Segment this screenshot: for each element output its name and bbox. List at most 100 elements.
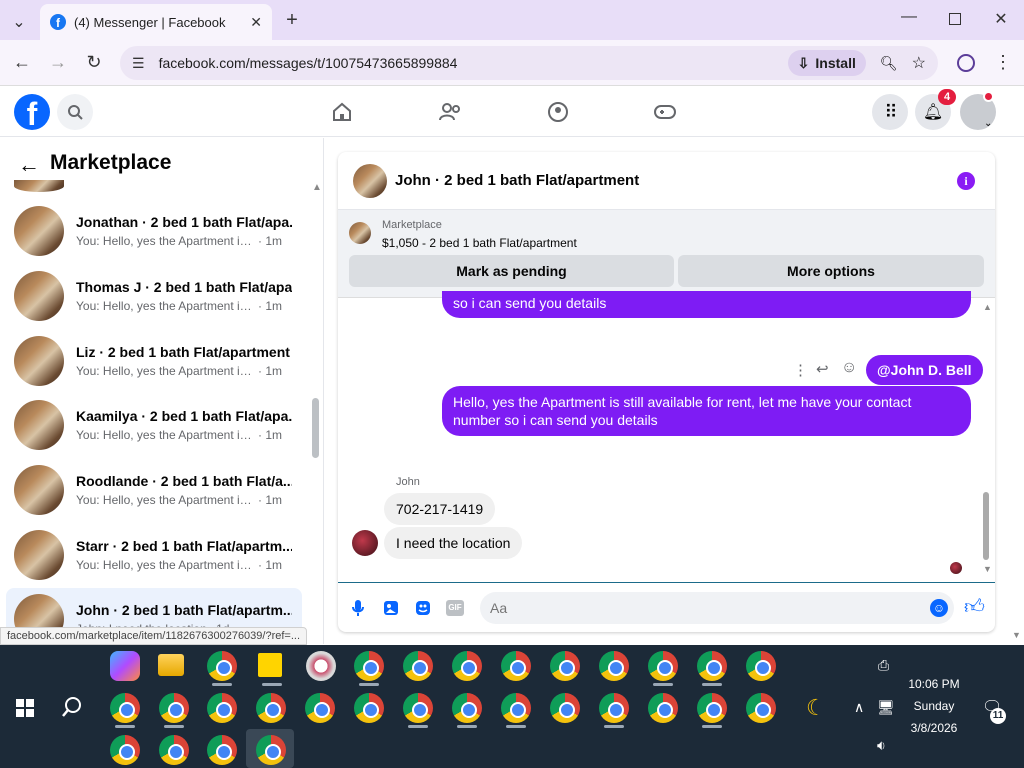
volume-icon[interactable]: 🔉︎ bbox=[877, 737, 886, 754]
conversation-item[interactable]: Thomas J · 2 bed 1 bath Flat/apa... You:… bbox=[6, 265, 302, 327]
chrome-icon[interactable] bbox=[207, 693, 237, 723]
account-avatar[interactable]: ⌄ bbox=[960, 91, 996, 130]
meet-now-icon[interactable]: ⎙ bbox=[878, 657, 889, 674]
chrome-icon[interactable] bbox=[159, 693, 189, 723]
chrome-icon[interactable] bbox=[697, 693, 727, 723]
chrome-icon[interactable] bbox=[110, 693, 140, 723]
chrome-icon[interactable] bbox=[256, 735, 286, 765]
conversation-item[interactable]: Liz · 2 bed 1 bath Flat/apartment You: H… bbox=[6, 330, 302, 392]
clock-time[interactable]: 10:06 PM bbox=[904, 677, 964, 691]
message-bubble-incoming[interactable]: I need the location bbox=[384, 527, 523, 559]
forward-icon[interactable]: → bbox=[48, 52, 68, 73]
site-info-icon[interactable]: ☰ bbox=[132, 55, 145, 72]
chrome-icon[interactable] bbox=[599, 651, 629, 681]
windows-start-icon[interactable] bbox=[16, 699, 34, 717]
chrome-icon[interactable] bbox=[697, 651, 727, 681]
emoji-icon[interactable]: ☺ bbox=[930, 599, 948, 617]
tab-search-icon[interactable]: ⌄ bbox=[10, 12, 28, 32]
profile-icon[interactable] bbox=[957, 54, 975, 72]
snipping-tool-icon[interactable] bbox=[306, 651, 336, 681]
like-thumb-icon[interactable]: 👍︎ bbox=[964, 595, 985, 619]
more-options-button[interactable]: More options bbox=[678, 255, 984, 287]
scroll-up-icon[interactable]: ▲ bbox=[983, 302, 992, 312]
reply-icon[interactable]: ↩ bbox=[816, 360, 829, 378]
mention-bubble[interactable]: @John D. Bell bbox=[866, 355, 983, 385]
tab-close-icon[interactable]: ✕ bbox=[250, 14, 262, 31]
chrome-icon[interactable] bbox=[110, 735, 140, 765]
restore-icon[interactable] bbox=[949, 13, 961, 25]
chat-scrollbar[interactable] bbox=[983, 492, 989, 560]
new-tab-icon[interactable]: + bbox=[283, 9, 301, 32]
file-explorer-icon[interactable] bbox=[158, 654, 184, 676]
window-close-icon[interactable]: ✕ bbox=[992, 9, 1010, 29]
message-input[interactable] bbox=[480, 592, 954, 624]
account-chevron-icon[interactable]: ⌄ bbox=[984, 118, 992, 129]
chrome-icon[interactable] bbox=[501, 693, 531, 723]
more-actions-icon[interactable]: ⋮ bbox=[793, 361, 808, 379]
sticky-notes-icon[interactable] bbox=[258, 653, 282, 677]
chat-title[interactable]: John · 2 bed 1 bath Flat/apartment bbox=[395, 172, 639, 189]
friends-nav[interactable] bbox=[435, 97, 465, 127]
message-bubble-outgoing[interactable]: Hello, yes the Apartment is still availa… bbox=[442, 386, 971, 436]
microphone-icon[interactable] bbox=[351, 599, 365, 617]
back-arrow-icon[interactable]: ← bbox=[18, 152, 40, 178]
mark-pending-button[interactable]: Mark as pending bbox=[349, 255, 674, 287]
scroll-up-icon[interactable]: ▲ bbox=[312, 182, 322, 193]
chrome-icon[interactable] bbox=[452, 693, 482, 723]
taskbar-search-icon[interactable] bbox=[61, 696, 83, 718]
browser-menu-icon[interactable]: ⋮ bbox=[994, 52, 1012, 73]
chat-avatar[interactable] bbox=[353, 163, 387, 198]
listing-thumbnail[interactable] bbox=[349, 222, 371, 244]
chrome-icon[interactable] bbox=[648, 693, 678, 723]
search-button[interactable] bbox=[57, 94, 93, 130]
sender-avatar[interactable] bbox=[352, 530, 378, 556]
menu-button[interactable]: ⠿ bbox=[872, 94, 908, 130]
listing-title[interactable]: $1,050 - 2 bed 1 bath Flat/apartment bbox=[382, 236, 577, 250]
conversation-item[interactable]: Starr · 2 bed 1 bath Flat/apartm... You:… bbox=[6, 524, 302, 586]
conversation-item[interactable]: Jonathan · 2 bed 1 bath Flat/apa... You:… bbox=[6, 200, 302, 262]
chrome-icon[interactable] bbox=[207, 651, 237, 681]
chrome-icon[interactable] bbox=[746, 651, 776, 681]
clock-day[interactable]: Sunday bbox=[904, 699, 964, 713]
conversation-item[interactable]: Kaamilya · 2 bed 1 bath Flat/apa... You:… bbox=[6, 394, 302, 456]
chrome-icon[interactable] bbox=[501, 651, 531, 681]
chrome-icon[interactable] bbox=[354, 693, 384, 723]
url-text[interactable]: facebook.com/messages/t/1007547366589988… bbox=[159, 55, 788, 71]
clock-date[interactable]: 3/8/2026 bbox=[904, 721, 964, 735]
chrome-icon[interactable] bbox=[403, 651, 433, 681]
message-bubble-incoming[interactable]: 702-217-1419 bbox=[384, 493, 496, 525]
show-hidden-icons[interactable]: ∧ bbox=[854, 699, 864, 716]
address-bar[interactable]: ☰ facebook.com/messages/t/10075473665899… bbox=[120, 46, 938, 80]
back-icon[interactable]: ← bbox=[12, 52, 32, 73]
reload-icon[interactable]: ↻ bbox=[84, 52, 104, 73]
chrome-icon[interactable] bbox=[648, 651, 678, 681]
info-icon[interactable]: i bbox=[957, 172, 975, 190]
weather-moon-icon[interactable]: ☾ bbox=[806, 695, 826, 721]
chrome-icon[interactable] bbox=[256, 693, 286, 723]
chrome-icon[interactable] bbox=[452, 651, 482, 681]
chrome-icon[interactable] bbox=[550, 651, 580, 681]
minimize-icon[interactable]: — bbox=[900, 8, 918, 26]
chrome-icon[interactable] bbox=[403, 693, 433, 723]
copilot-icon[interactable] bbox=[110, 651, 140, 681]
bookmark-star-icon[interactable]: ☆ bbox=[912, 53, 926, 73]
install-button[interactable]: ⇩ Install bbox=[787, 50, 866, 76]
chrome-icon[interactable] bbox=[207, 735, 237, 765]
chrome-icon[interactable] bbox=[305, 693, 335, 723]
message-bubble-outgoing[interactable]: so i can send you details bbox=[442, 291, 971, 318]
chrome-icon[interactable] bbox=[354, 651, 384, 681]
zoom-icon[interactable]: 🔍︎ bbox=[880, 55, 898, 72]
chrome-icon[interactable] bbox=[159, 735, 189, 765]
chrome-icon[interactable] bbox=[599, 693, 629, 723]
photo-icon[interactable] bbox=[383, 600, 399, 616]
gif-icon[interactable]: GIF bbox=[446, 600, 464, 616]
network-icon[interactable]: 🖥︎ bbox=[877, 699, 895, 716]
browser-tab[interactable]: f (4) Messenger | Facebook ✕ bbox=[40, 4, 272, 40]
scroll-down-icon[interactable]: ▼ bbox=[983, 564, 992, 574]
chrome-icon[interactable] bbox=[550, 693, 580, 723]
chrome-icon[interactable] bbox=[746, 693, 776, 723]
facebook-logo-icon[interactable]: f bbox=[14, 94, 50, 130]
groups-nav[interactable] bbox=[543, 97, 573, 127]
gaming-nav[interactable] bbox=[650, 97, 680, 127]
sticker-icon[interactable] bbox=[415, 600, 431, 616]
